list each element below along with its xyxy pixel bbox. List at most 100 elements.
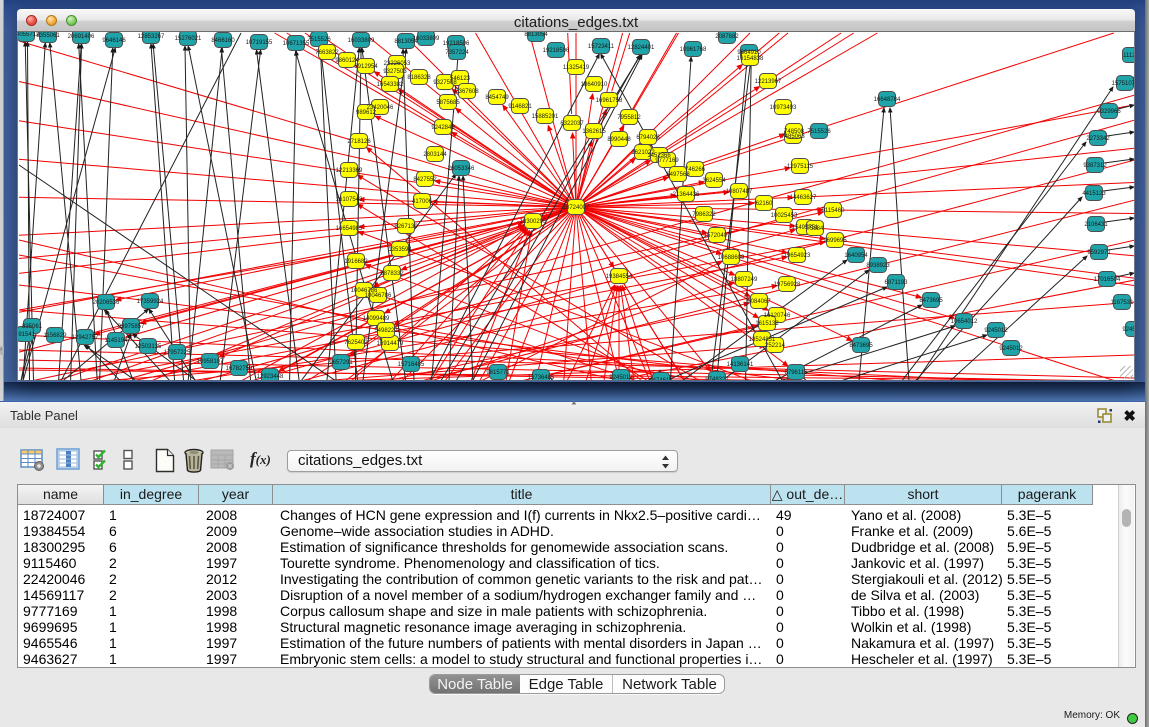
svg-text:8473695: 8473695: [849, 343, 873, 349]
svg-text:12824401: 12824401: [628, 45, 655, 51]
svg-text:7955812: 7955812: [617, 115, 641, 121]
svg-text:16648784: 16648784: [874, 97, 901, 103]
svg-text:5875685: 5875685: [436, 100, 460, 106]
svg-text:9146821: 9146821: [508, 104, 532, 110]
svg-text:12975115: 12975115: [787, 164, 814, 170]
svg-text:18300295: 18300295: [520, 219, 547, 225]
svg-text:1156829: 1156829: [44, 333, 68, 339]
svg-text:14136141: 14136141: [727, 362, 754, 368]
svg-text:20206536: 20206536: [93, 300, 120, 306]
svg-text:2087682: 2087682: [715, 34, 739, 40]
svg-text:7515526: 7515526: [807, 129, 831, 135]
svg-text:1615132: 1615132: [755, 321, 779, 327]
svg-text:18640910: 18640910: [581, 82, 608, 88]
svg-text:16914479: 16914479: [377, 341, 404, 347]
svg-text:1916682: 1916682: [344, 259, 368, 265]
svg-text:11121: 11121: [1123, 53, 1135, 59]
svg-text:15885201: 15885201: [532, 114, 559, 120]
svg-text:8474612: 8474612: [649, 378, 673, 381]
svg-text:7986322: 7986322: [692, 212, 716, 218]
svg-text:8473695: 8473695: [919, 298, 943, 304]
svg-text:1167531: 1167531: [1111, 300, 1135, 306]
svg-text:16033809: 16033809: [348, 38, 375, 44]
svg-text:17957225: 17957225: [164, 350, 191, 356]
svg-text:3624554: 3624554: [702, 178, 726, 184]
svg-text:16654985: 16654985: [336, 226, 363, 232]
svg-text:8990448: 8990448: [607, 137, 631, 143]
svg-text:9657291: 9657291: [329, 360, 353, 366]
svg-text:75884: 75884: [807, 226, 824, 232]
svg-text:12213369: 12213369: [336, 168, 363, 174]
svg-text:12503135: 12503135: [135, 344, 162, 350]
svg-text:15276021: 15276021: [175, 36, 202, 42]
svg-text:14099489: 14099489: [363, 316, 390, 322]
svg-text:12213967: 12213967: [755, 79, 782, 85]
svg-text:20691406: 20691406: [68, 34, 95, 40]
svg-text:9777169: 9777169: [655, 158, 679, 164]
svg-text:8267130: 8267130: [394, 224, 418, 230]
svg-text:5878332: 5878332: [380, 271, 404, 277]
svg-text:8454749: 8454749: [485, 95, 509, 101]
svg-text:17359924: 17359924: [137, 299, 164, 305]
svg-text:9646146: 9646146: [102, 38, 126, 44]
svg-text:2106431: 2106431: [1084, 222, 1108, 228]
svg-text:6794028: 6794028: [636, 135, 660, 141]
svg-text:4415123: 4415123: [1082, 191, 1106, 197]
svg-text:6871193: 6871193: [885, 280, 909, 286]
svg-text:9245012: 9245012: [609, 375, 633, 381]
svg-text:16543382: 16543382: [377, 82, 404, 88]
svg-text:18724007: 18724007: [563, 205, 590, 211]
svg-text:14463627: 14463627: [790, 195, 817, 201]
svg-text:8427552: 8427552: [413, 177, 437, 183]
svg-text:417006: 417006: [412, 199, 433, 205]
svg-text:16107543: 16107543: [336, 197, 363, 203]
svg-text:746266: 746266: [685, 167, 706, 173]
svg-text:12923448: 12923448: [257, 374, 284, 380]
svg-text:16154838: 16154838: [737, 56, 764, 62]
svg-text:7515526: 7515526: [307, 37, 331, 43]
svg-text:2718126: 2718126: [347, 139, 371, 145]
svg-text:7625402: 7625402: [344, 340, 368, 346]
svg-text:17016504: 17016504: [1094, 277, 1121, 283]
svg-text:23226053: 23226053: [384, 61, 411, 67]
svg-text:2803144: 2803144: [423, 152, 447, 158]
svg-text:8912954: 8912954: [354, 64, 378, 70]
svg-text:19654923: 19654923: [784, 253, 811, 259]
svg-text:9592971: 9592971: [1087, 250, 1111, 256]
svg-text:10046786: 10046786: [365, 293, 392, 299]
svg-text:16033809: 16033809: [413, 36, 440, 42]
svg-text:19756928: 19756928: [774, 282, 801, 288]
svg-text:546123: 546123: [450, 76, 471, 82]
svg-text:11325419: 11325419: [563, 65, 590, 71]
svg-text:9329966: 9329966: [1097, 109, 1121, 115]
svg-text:15751074: 15751074: [1112, 81, 1135, 87]
svg-text:9387312: 9387312: [1083, 163, 1107, 169]
svg-text:19384554: 19384554: [606, 274, 633, 280]
svg-text:748508: 748508: [784, 129, 805, 135]
svg-text:12942757: 12942757: [72, 335, 99, 341]
svg-text:93975857: 93975857: [118, 324, 145, 330]
svg-text:2367608: 2367608: [455, 89, 479, 95]
svg-text:7663822: 7663822: [315, 50, 339, 56]
svg-text:10958107: 10958107: [197, 359, 224, 365]
svg-text:9245012: 9245012: [1122, 327, 1135, 333]
svg-text:18807249: 18807249: [731, 277, 758, 283]
svg-text:7357224: 7357224: [445, 50, 469, 56]
svg-text:15720407: 15720407: [704, 233, 731, 239]
svg-text:835061: 835061: [22, 324, 43, 330]
svg-text:13736485: 13736485: [528, 375, 555, 381]
svg-text:16782759: 16782759: [226, 366, 253, 372]
svg-text:12853267: 12853267: [138, 34, 165, 40]
svg-text:16961758: 16961758: [596, 98, 623, 104]
svg-text:1640954: 1640954: [844, 253, 868, 259]
svg-text:8355061: 8355061: [36, 33, 60, 39]
svg-text:9815771: 9815771: [486, 370, 510, 376]
svg-text:19218506: 19218506: [443, 41, 470, 47]
svg-text:10025453: 10025453: [771, 213, 798, 219]
svg-text:15716485: 15716485: [398, 362, 425, 368]
svg-text:10961768: 10961768: [680, 47, 707, 53]
svg-text:9245012: 9245012: [999, 346, 1023, 352]
svg-text:989612: 989612: [356, 110, 377, 116]
svg-text:62160: 62160: [756, 201, 773, 207]
svg-text:19218506: 19218506: [543, 48, 570, 54]
